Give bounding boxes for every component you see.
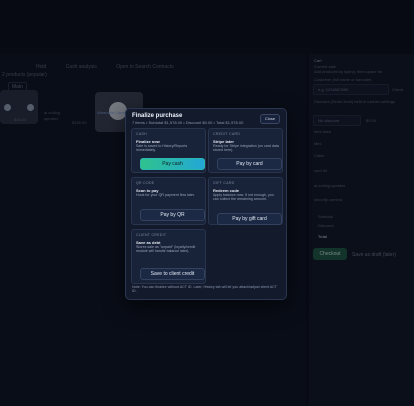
payment-option-client-credit: CLIENT CREDIT Save as debt Stores sale a… bbox=[131, 229, 206, 284]
order-summary: 7 items • Subtotal $1,578.00 • Discount … bbox=[132, 120, 244, 125]
finalize-purchase-dialog: Finalize purchase 7 items • Subtotal $1,… bbox=[125, 108, 287, 300]
option-label: CREDIT CARD bbox=[213, 132, 241, 136]
close-button[interactable]: Close bbox=[260, 114, 280, 124]
dialog-title: Finalize purchase bbox=[132, 113, 183, 119]
option-label: CASH bbox=[136, 132, 147, 136]
payment-option-credit-card: CREDIT CARD Stripe later Ready for Strip… bbox=[208, 128, 283, 173]
option-description: Stores sale as "unpaid" (loyalty/credit … bbox=[136, 245, 196, 254]
pay-cash-button[interactable]: Pay cash bbox=[140, 158, 205, 170]
save-client-credit-button[interactable]: Save to client credit bbox=[140, 268, 205, 280]
option-description: Sale is saved to History/Reports immedia… bbox=[136, 144, 188, 153]
pay-card-button[interactable]: Pay by card bbox=[217, 158, 282, 170]
payment-option-qr: QR CODE Scan to pay Hook for your QR pay… bbox=[131, 177, 206, 225]
option-label: GIFT CARD bbox=[213, 181, 235, 185]
option-description: Ready for Stripe integration (no card da… bbox=[213, 144, 279, 153]
option-description: Hook for your QR payment flow later. bbox=[136, 193, 195, 197]
payment-option-cash: CASH Finalize now Sale is saved to Histo… bbox=[131, 128, 206, 173]
option-description: Apply balance now. If not enough, you ca… bbox=[213, 193, 274, 202]
pay-gift-card-button[interactable]: Pay by gift card bbox=[217, 213, 282, 225]
option-label: CLIENT CREDIT bbox=[136, 233, 167, 237]
pay-qr-button[interactable]: Pay by QR bbox=[140, 209, 205, 221]
payment-option-gift-card: GIFT CARD Redeem code Apply balance now.… bbox=[208, 177, 283, 225]
option-label: QR CODE bbox=[136, 181, 155, 185]
dialog-note: Note: You can finalize without ACT ID. L… bbox=[132, 285, 277, 294]
